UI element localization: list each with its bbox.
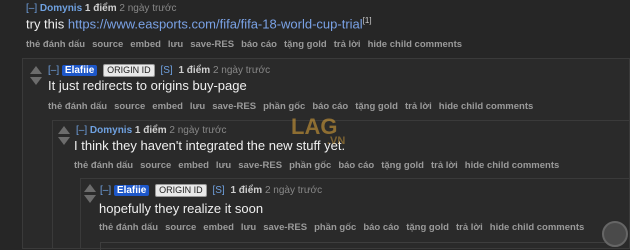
comment-actions: thẻ đánh dấu source embed lưu save-RES phần g… — [74, 160, 566, 171]
action-hide-children[interactable]: hide child comments — [368, 39, 463, 50]
upvote-icon[interactable] — [58, 126, 70, 134]
loading-icon — [602, 221, 628, 247]
action-report[interactable]: báo cáo — [363, 222, 399, 233]
action-parent[interactable]: phần gốc — [289, 160, 331, 171]
action-reply[interactable]: trả lời — [456, 222, 483, 233]
submitter-badge[interactable]: [S] — [212, 185, 224, 196]
comment-time: 2 ngày trước — [169, 125, 227, 136]
action-source[interactable]: source — [165, 222, 196, 233]
comment-body: It just redirects to origins buy-page — [48, 78, 247, 93]
action-give-gold[interactable]: tặng gold — [381, 160, 424, 171]
username-link[interactable]: Elafiie — [61, 65, 98, 76]
collapse-toggle[interactable]: [–] — [100, 185, 111, 196]
action-save[interactable]: lưu — [241, 222, 256, 233]
comment-actions: thẻ đánh dấu source embed lưu save-RES phần g… — [99, 222, 591, 233]
collapse-toggle[interactable]: [–] — [26, 3, 37, 14]
action-reply[interactable]: trả lời — [334, 39, 361, 50]
comment-score: 1 điểm — [84, 3, 117, 14]
action-reply[interactable]: trả lời — [405, 101, 432, 112]
action-tag[interactable]: thẻ đánh dấu — [99, 222, 158, 233]
collapse-toggle[interactable]: [–] — [76, 125, 87, 136]
username-link[interactable]: Elafiie — [113, 185, 150, 196]
action-tag[interactable]: thẻ đánh dấu — [26, 39, 85, 50]
comment-score: 1 điểm — [178, 65, 211, 76]
vote-arrows — [30, 66, 42, 85]
action-embed[interactable]: embed — [130, 39, 161, 50]
action-report[interactable]: báo cáo — [241, 39, 277, 50]
submitter-badge[interactable]: [S] — [160, 65, 172, 76]
comment-time: 2 ngày trước — [264, 185, 323, 196]
action-hide-children[interactable]: hide child comments — [439, 101, 534, 112]
action-embed[interactable]: embed — [203, 222, 234, 233]
action-hide-children[interactable]: hide child comments — [490, 222, 585, 233]
action-hide-children[interactable]: hide child comments — [465, 160, 560, 171]
comment-tagline: [–] Elafiie ORIGIN ID [S] 1 điểm 2 ngày … — [48, 64, 270, 77]
comment-body: try this https://www.easports.com/fifa/f… — [26, 16, 372, 31]
action-embed[interactable]: embed — [178, 160, 209, 171]
downvote-icon[interactable] — [30, 77, 42, 85]
comment-time: 2 ngày trước — [119, 3, 177, 14]
vote-arrows — [84, 184, 96, 203]
watermark-logo: LAG .VN — [287, 110, 359, 150]
comment-time: 2 ngày trước — [212, 65, 271, 76]
action-source[interactable]: source — [140, 160, 171, 171]
comment-text: try this — [26, 16, 68, 32]
action-embed[interactable]: embed — [152, 101, 183, 112]
action-reply[interactable]: trả lời — [431, 160, 458, 171]
comment-body: hopefully they realize it soon — [99, 201, 264, 216]
action-save[interactable]: lưu — [190, 101, 205, 112]
action-save-res[interactable]: save-RES — [212, 101, 256, 112]
upvote-icon[interactable] — [84, 184, 96, 192]
action-source[interactable]: source — [114, 101, 145, 112]
action-save-res[interactable]: save-RES — [238, 160, 282, 171]
comment-actions: thẻ đánh dấu source embed lưu save-RES báo cá… — [26, 39, 469, 50]
user-flair: ORIGIN ID — [155, 184, 207, 197]
comment-tagline: [–] Domynis 1 điểm 2 ngày trước — [26, 3, 177, 14]
action-give-gold[interactable]: tặng gold — [406, 222, 449, 233]
username-link[interactable]: Domynis — [90, 125, 132, 136]
watermark-logo-bottom: .VN — [327, 135, 345, 147]
user-flair: ORIGIN ID — [103, 64, 155, 77]
footnote-ref[interactable]: [1] — [363, 16, 372, 25]
collapse-toggle[interactable]: [–] — [48, 65, 59, 76]
comment-score: 1 điểm — [230, 185, 263, 196]
downvote-icon[interactable] — [58, 137, 70, 145]
action-give-gold[interactable]: tặng gold — [355, 101, 398, 112]
upvote-icon[interactable] — [30, 66, 42, 74]
action-save[interactable]: lưu — [216, 160, 231, 171]
action-source[interactable]: source — [92, 39, 123, 50]
action-give-gold[interactable]: tặng gold — [284, 39, 327, 50]
action-tag[interactable]: thẻ đánh dấu — [48, 101, 107, 112]
action-report[interactable]: báo cáo — [338, 160, 374, 171]
action-save-res[interactable]: save-RES — [263, 222, 307, 233]
action-save[interactable]: lưu — [168, 39, 183, 50]
comment-tagline: [–] Elafiie ORIGIN ID [S] 1 điểm 2 ngày … — [100, 184, 322, 197]
username-link[interactable]: Domynis — [40, 3, 82, 14]
vote-arrows — [58, 126, 70, 145]
action-tag[interactable]: thẻ đánh dấu — [74, 160, 133, 171]
comment-link[interactable]: https://www.easports.com/fifa/fifa-18-wo… — [68, 16, 363, 31]
downvote-icon[interactable] — [84, 195, 96, 203]
comment-tagline: [–] Domynis 1 điểm 2 ngày trước — [76, 125, 227, 136]
action-parent[interactable]: phần gốc — [314, 222, 356, 233]
action-save-res[interactable]: save-RES — [190, 39, 234, 50]
comment-score: 1 điểm — [134, 125, 167, 136]
